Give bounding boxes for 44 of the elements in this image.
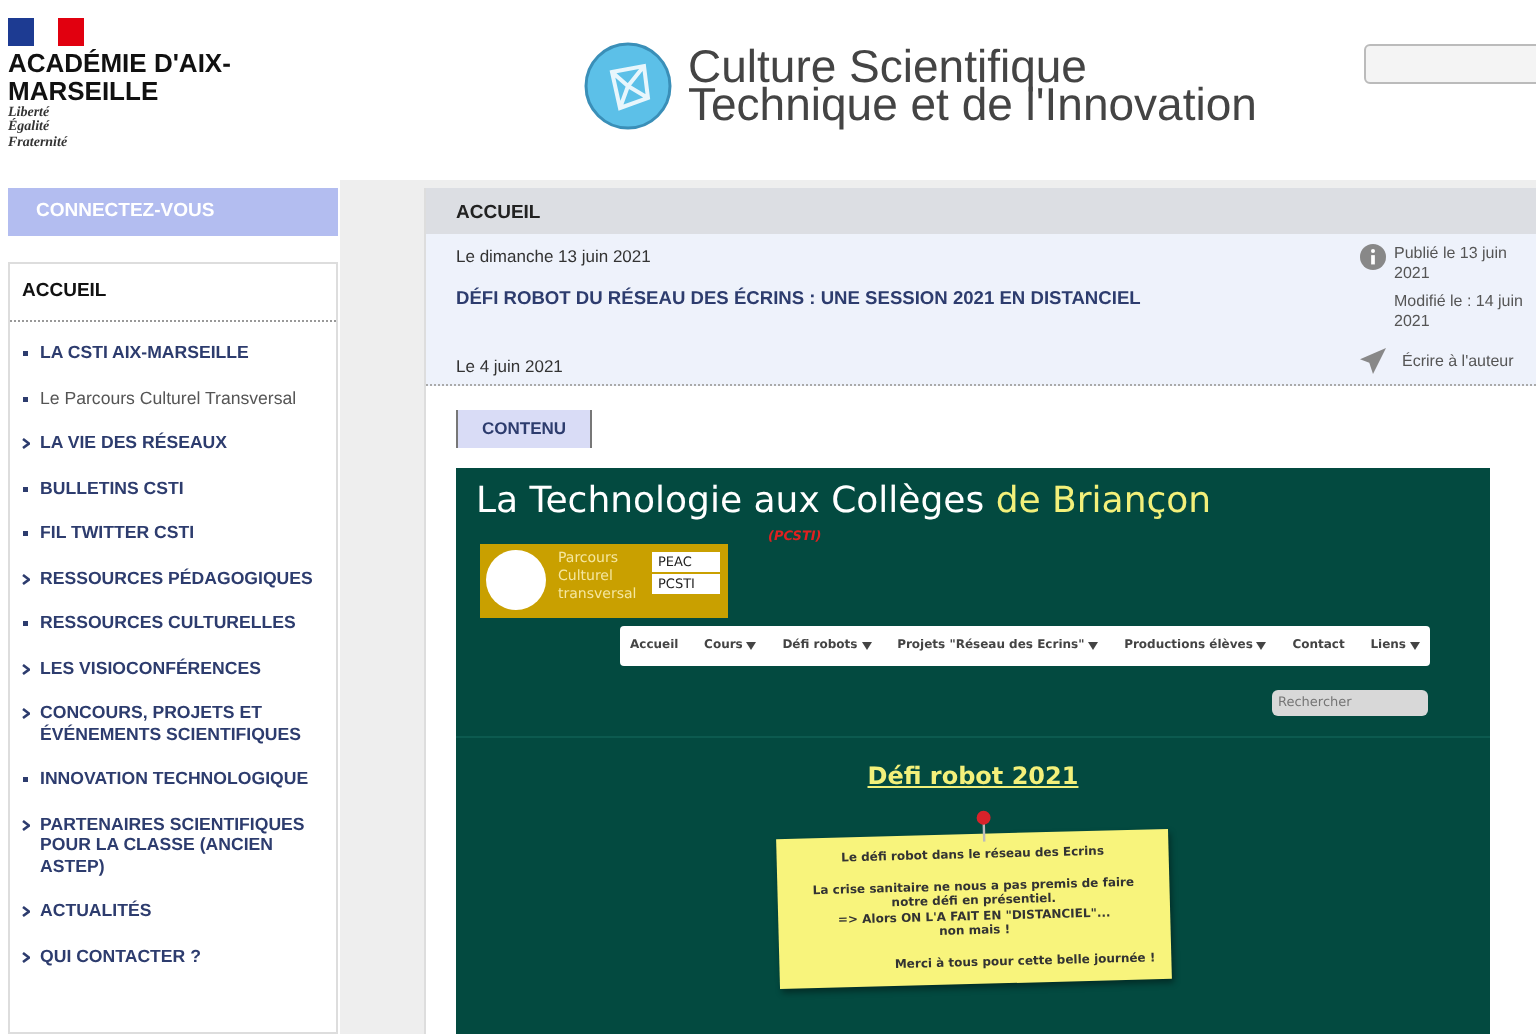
menu-item[interactable]: CONCOURS, PROJETS ET ÉVÉNEMENTS SCIENTIFIQUES <box>10 690 336 757</box>
chevron-icon <box>22 663 30 676</box>
menu-item[interactable]: LA VIE DES RÉSEAUX <box>10 420 336 466</box>
circle-icon <box>486 549 546 610</box>
menu-item[interactable]: PARTENAIRES SCIENTIFIQUES POUR LA CLASSE (ANCIEN ASTEP) <box>10 801 336 889</box>
chevron-icon <box>22 708 30 721</box>
chevron-icon <box>22 906 30 919</box>
chevron-icon <box>22 951 30 964</box>
chevron-icon <box>22 438 30 451</box>
caret-icon <box>1088 641 1099 650</box>
menu-item[interactable]: INNOVATION TECHNOLOGIQUE <box>10 756 336 802</box>
write-author-link[interactable]: Écrire à l'auteur <box>1402 351 1514 371</box>
chevron-icon <box>22 819 30 832</box>
menu-item[interactable]: QUI CONTACTER ? <box>10 933 336 979</box>
pushpin-icon <box>974 809 992 842</box>
menu-item[interactable]: FIL TWITTER CSTI <box>10 510 336 556</box>
content-tab[interactable]: CONTENU <box>456 410 593 448</box>
caret-icon <box>1256 641 1267 650</box>
article-date: Le 4 juin 2021 <box>456 353 565 379</box>
article-title-link[interactable]: DÉFI ROBOT DU RÉSEAU DES ÉCRINS : UNE SESSION 2021 EN DISTANCIEL <box>456 285 1141 314</box>
menu-item[interactable]: BULLETINS CSTI <box>10 465 336 511</box>
article-date: Le dimanche 13 juin 2021 <box>456 244 653 270</box>
menu-title[interactable]: ACCUEIL <box>10 264 336 323</box>
menu-item[interactable]: ACTUALITÉS <box>10 888 336 934</box>
caret-icon <box>861 641 872 650</box>
menu-item[interactable]: LES VISIOCONFÉRENCES <box>10 645 336 691</box>
caret-icon <box>746 641 757 650</box>
menu-item[interactable]: Le Parcours Culturel Transversal <box>10 375 336 421</box>
menu-item[interactable]: LA CSTI AIX-MARSEILLE <box>10 330 336 376</box>
published-date: Publié le 13 juin 2021 <box>1394 244 1509 284</box>
flag-icon <box>8 18 84 47</box>
paper-plane-icon <box>1360 348 1386 374</box>
embedded-site-title: La Technologie aux Collèges de Briançon <box>474 477 1214 526</box>
menu-item[interactable]: RESSOURCES PÉDAGOGIQUES <box>10 555 336 601</box>
menu-item[interactable]: RESSOURCES CULTURELLES <box>10 600 336 646</box>
info-icon <box>1360 244 1386 270</box>
academy-name: ACADÉMIE D'AIX-MARSEILLE <box>8 49 233 105</box>
embedded-heading: Défi robot 2021 <box>456 735 1490 794</box>
breadcrumb: ACCUEIL <box>426 188 1536 234</box>
modified-date: Modifié le : 14 juin 2021 <box>1394 292 1525 332</box>
caret-icon <box>1409 641 1420 650</box>
chevron-icon <box>22 573 30 586</box>
search-field[interactable] <box>1364 44 1536 84</box>
network-logo-icon <box>584 42 672 130</box>
